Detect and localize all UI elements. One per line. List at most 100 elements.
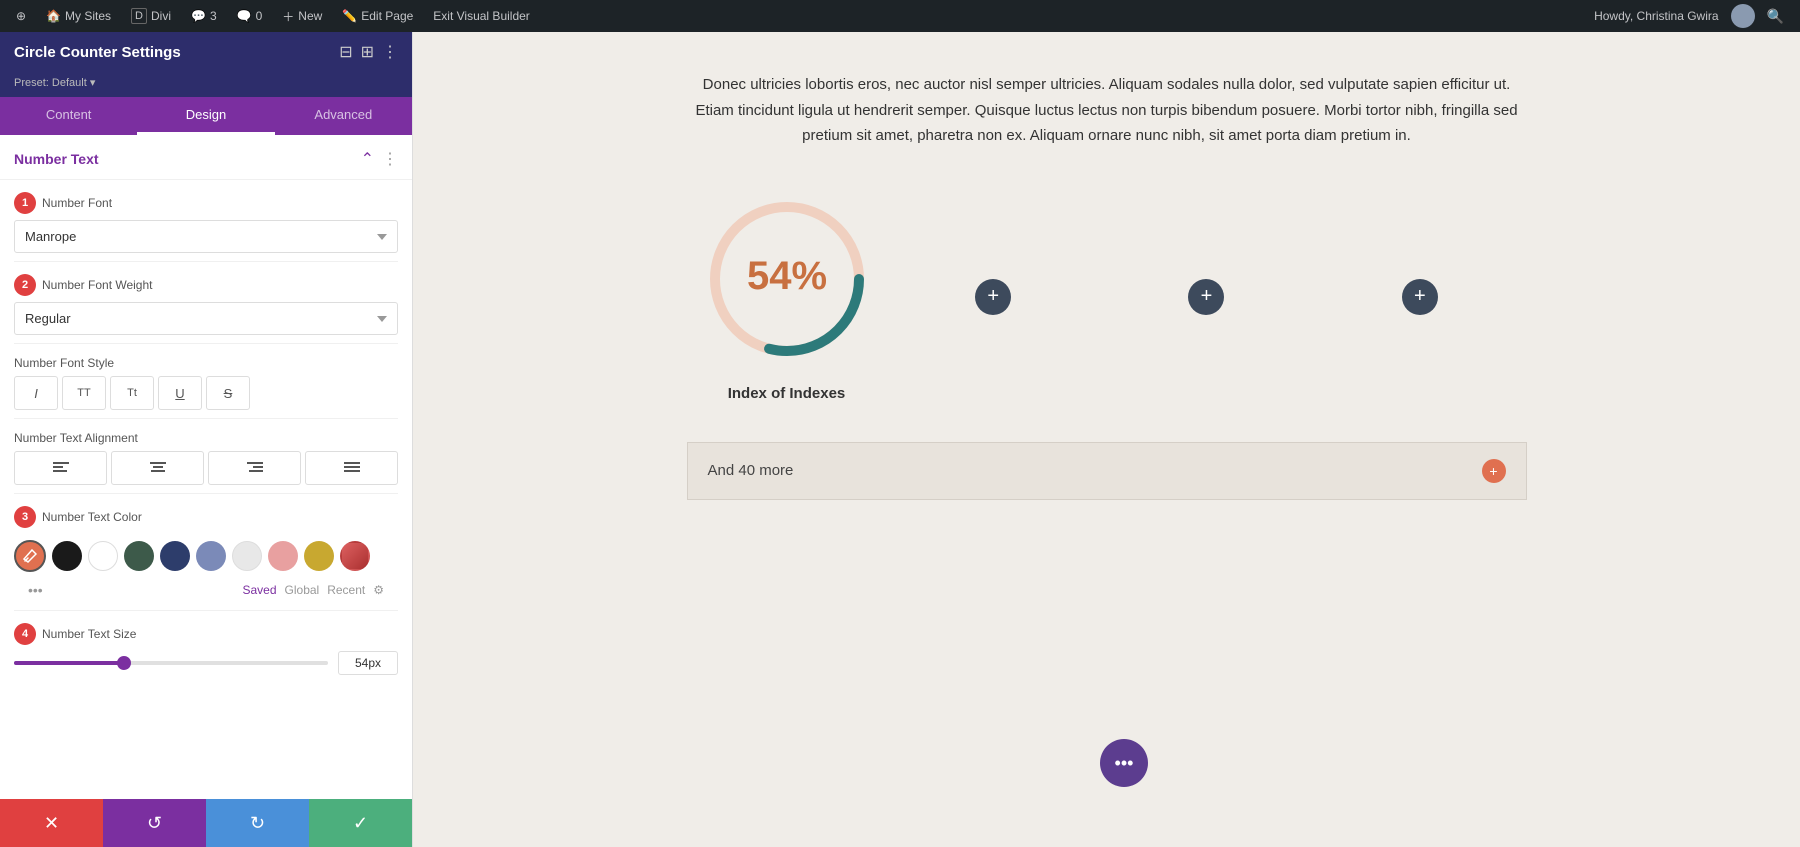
- color-swatch-dark-green[interactable]: [124, 541, 154, 571]
- floating-dots-button[interactable]: •••: [1100, 739, 1148, 787]
- tab-content[interactable]: Content: [0, 97, 137, 135]
- add-counter-button-1[interactable]: +: [975, 279, 1011, 315]
- color-meta: ••• Saved Global Recent ⚙: [14, 578, 398, 602]
- circle-label-1: Index of Indexes: [728, 385, 846, 402]
- layout-icon[interactable]: ⊞: [361, 42, 374, 62]
- align-center-button[interactable]: [111, 451, 204, 485]
- color-picker-button[interactable]: [14, 540, 46, 572]
- search-icon[interactable]: 🔍: [1759, 8, 1792, 25]
- add-counter-button-3[interactable]: +: [1402, 279, 1438, 315]
- color-saved-label[interactable]: Saved: [242, 583, 276, 597]
- body-text: Donec ultricies lobortis eros, nec aucto…: [687, 72, 1527, 149]
- admin-bar: ⊕ 🏠 My Sites D Divi 💬 3 🗨️ 0 ＋ New ✏️ Ed…: [0, 0, 1800, 32]
- circle-counter-1: 54% Index of Indexes: [687, 189, 887, 402]
- more-icon[interactable]: ⋮: [382, 42, 398, 62]
- number-font-weight-label: 2 Number Font Weight: [14, 274, 398, 296]
- color-swatch-dark-blue[interactable]: [160, 541, 190, 571]
- color-global-label[interactable]: Global: [285, 583, 320, 597]
- exit-visual-builder-button[interactable]: Exit Visual Builder: [425, 0, 538, 32]
- pencil-icon: ✏️: [342, 9, 357, 23]
- cancel-button[interactable]: ✕: [0, 799, 103, 847]
- step-2-badge: 2: [14, 274, 36, 296]
- strikethrough-button[interactable]: S: [206, 376, 250, 410]
- spacer-col-3: +: [1313, 189, 1526, 315]
- size-slider-value[interactable]: [338, 651, 398, 675]
- number-text-size-field: 4 Number Text Size: [0, 611, 412, 683]
- size-slider-fill: [14, 661, 124, 665]
- home-icon: 🏠: [46, 9, 61, 23]
- my-sites-menu[interactable]: 🏠 My Sites: [38, 0, 119, 32]
- add-more-button[interactable]: +: [1482, 459, 1506, 483]
- number-font-label: 1 Number Font: [14, 192, 398, 214]
- wp-icon: ⊕: [16, 9, 26, 23]
- align-right-button[interactable]: [208, 451, 301, 485]
- page-content: Donec ultricies lobortis eros, nec aucto…: [413, 32, 1800, 847]
- color-swatch-pink[interactable]: [268, 541, 298, 571]
- color-recent-label[interactable]: Recent: [327, 583, 365, 597]
- color-swatch-gold[interactable]: [304, 541, 334, 571]
- admin-bar-right: Howdy, Christina Gwira 🔍: [1586, 4, 1792, 28]
- step-3-badge: 3: [14, 506, 36, 528]
- number-font-style-label: Number Font Style: [14, 356, 398, 370]
- align-justify-button[interactable]: [305, 451, 398, 485]
- number-text-alignment-label: Number Text Alignment: [14, 431, 398, 445]
- spacer-col-1: +: [887, 189, 1100, 315]
- color-swatch-light-gray[interactable]: [232, 541, 262, 571]
- more-colors-dots[interactable]: •••: [28, 582, 43, 598]
- number-text-alignment-field: Number Text Alignment: [0, 419, 412, 493]
- panel-header: Circle Counter Settings ⊟ ⊞ ⋮: [0, 32, 412, 72]
- section-title: Number Text: [14, 151, 99, 167]
- divi-icon: D: [131, 8, 147, 24]
- divi-menu[interactable]: D Divi: [123, 0, 179, 32]
- step-4-badge: 4: [14, 623, 36, 645]
- action-bar: ✕ ↺ ↻ ✓: [0, 799, 412, 847]
- color-settings-icon[interactable]: ⚙: [373, 583, 384, 597]
- responsive-icon[interactable]: ⊟: [339, 42, 352, 62]
- tab-advanced[interactable]: Advanced: [275, 97, 412, 135]
- add-counter-button-2[interactable]: +: [1188, 279, 1224, 315]
- italic-button[interactable]: I: [14, 376, 58, 410]
- number-text-color-label: 3 Number Text Color: [14, 506, 398, 528]
- panel-tabs: Content Design Advanced: [0, 97, 412, 135]
- capitalize-button[interactable]: Tt: [110, 376, 154, 410]
- new-content-button[interactable]: ＋ New: [274, 0, 330, 32]
- preset-label: Preset: Default ▾: [0, 72, 412, 97]
- section-options-icon[interactable]: ⋮: [382, 149, 398, 169]
- section-title-text: Number Text: [14, 151, 99, 167]
- number-font-weight-field: 2 Number Font Weight Regular Bold Light …: [0, 262, 412, 343]
- wp-logo[interactable]: ⊕: [8, 0, 34, 32]
- color-swatch-light-blue[interactable]: [196, 541, 226, 571]
- number-font-weight-select[interactable]: Regular Bold Light Medium SemiBold: [14, 302, 398, 335]
- comment-bubble[interactable]: 🗨️ 0: [229, 0, 271, 32]
- align-left-button[interactable]: [14, 451, 107, 485]
- tab-design[interactable]: Design: [137, 97, 274, 135]
- uppercase-button[interactable]: TT: [62, 376, 106, 410]
- main-layout: Circle Counter Settings ⊟ ⊞ ⋮ Preset: De…: [0, 32, 1800, 847]
- circle-section: 54% Index of Indexes + + +: [687, 189, 1527, 402]
- size-slider-thumb[interactable]: [117, 656, 131, 670]
- number-font-select[interactable]: Manrope Arial Georgia Helvetica Open San…: [14, 220, 398, 253]
- settings-panel: Circle Counter Settings ⊟ ⊞ ⋮ Preset: De…: [0, 32, 413, 847]
- more-bar-text: And 40 more: [708, 462, 794, 479]
- edit-page-button[interactable]: ✏️ Edit Page: [334, 0, 421, 32]
- step-1-badge: 1: [14, 192, 36, 214]
- howdy-text: Howdy, Christina Gwira: [1586, 9, 1726, 23]
- color-swatch-white[interactable]: [88, 541, 118, 571]
- svg-text:54%: 54%: [746, 254, 826, 298]
- number-text-section-header: Number Text ⌃ ⋮: [0, 135, 412, 180]
- comments-icon: 💬: [191, 9, 206, 23]
- redo-button[interactable]: ↻: [206, 799, 309, 847]
- section-controls: ⌃ ⋮: [361, 149, 398, 169]
- avatar[interactable]: [1731, 4, 1755, 28]
- number-text-color-field: 3 Number Text Color: [0, 494, 412, 610]
- collapse-icon[interactable]: ⌃: [361, 149, 374, 169]
- color-swatch-black[interactable]: [52, 541, 82, 571]
- confirm-button[interactable]: ✓: [309, 799, 412, 847]
- underline-button[interactable]: U: [158, 376, 202, 410]
- color-swatch-gradient[interactable]: [340, 541, 370, 571]
- undo-button[interactable]: ↺: [103, 799, 206, 847]
- comments-menu[interactable]: 💬 3: [183, 0, 225, 32]
- number-text-size-label: 4 Number Text Size: [14, 623, 398, 645]
- number-font-field: 1 Number Font Manrope Arial Georgia Helv…: [0, 180, 412, 261]
- size-slider-track[interactable]: [14, 661, 328, 665]
